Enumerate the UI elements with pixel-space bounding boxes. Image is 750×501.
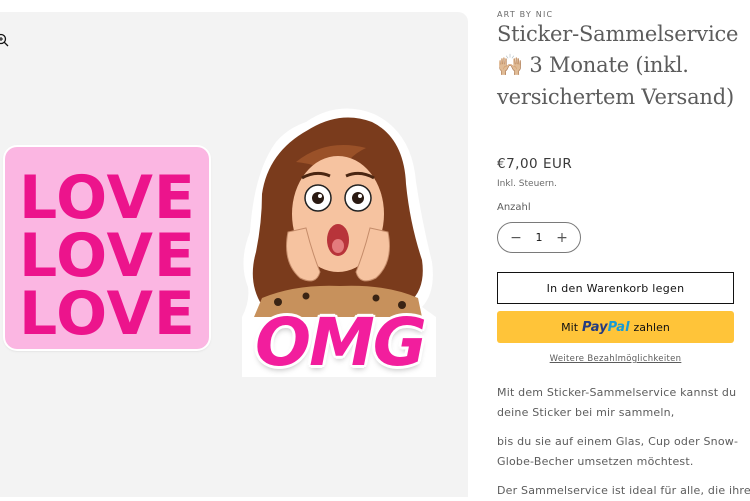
love-sticker-line: LOVE [19,221,196,291]
paypal-logo-pay: Pay [582,319,608,335]
quantity-input[interactable] [524,231,554,244]
more-payment-options-link[interactable]: Weitere Bezahlmöglichkeiten [497,354,734,364]
quantity-stepper: − + [497,222,581,253]
love-sticker: LOVE LOVE LOVE [5,147,209,349]
add-to-cart-button[interactable]: In den Warenkorb legen [497,272,734,304]
love-sticker-line: LOVE [19,279,196,349]
description-paragraph: Der Sammelservice ist ideal für alle, di… [497,484,750,497]
omg-sticker-text: OMG [255,304,427,381]
paypal-prefix: Mit [561,320,579,334]
product-price: €7,00 EUR [497,156,573,172]
love-sticker-line: LOVE [19,163,196,233]
paypal-logo: PayPal [582,320,629,335]
product-title: Sticker-Sammelservice 🙌🏼 3 Monate (inkl.… [497,22,739,109]
paypal-suffix: zahlen [633,320,670,334]
paypal-logo-pal: Pal [607,319,630,335]
description-paragraph: bis du sie auf einem Glas, Cup oder Snow… [497,435,739,468]
quantity-increase-button[interactable]: + [554,230,570,246]
zoom-icon[interactable] [0,32,10,48]
quantity-label: Anzahl [497,202,531,213]
paypal-button[interactable]: Mit PayPal zahlen [497,311,734,343]
quantity-decrease-button[interactable]: − [508,230,524,246]
product-info: ART BY NIC Sticker-Sammelservice 🙌🏼 3 Mo… [497,0,750,497]
product-media-gallery[interactable]: LOVE LOVE LOVE OMG [0,12,468,497]
tax-note: Inkl. Steuern. [497,179,557,189]
vendor-name: ART BY NIC [497,10,554,19]
description-paragraph: Mit dem Sticker-Sammelservice kannst du … [497,386,737,419]
